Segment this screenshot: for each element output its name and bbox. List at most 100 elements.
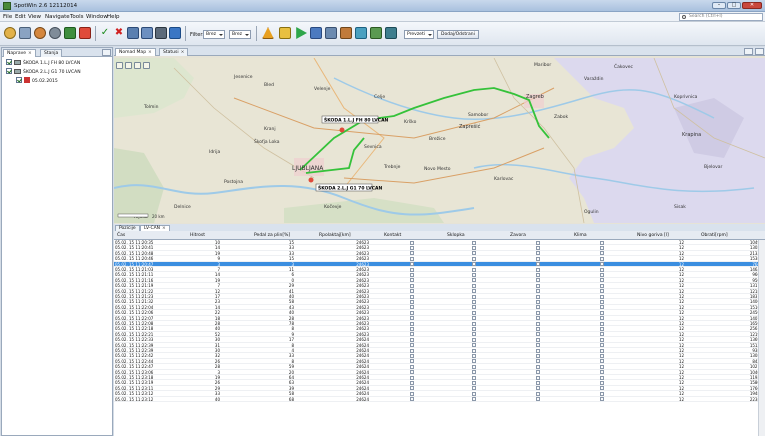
search-input[interactable]: Search (Ctrl+I) bbox=[679, 13, 763, 21]
menu-window[interactable]: Window bbox=[86, 14, 108, 20]
table-cell: 1049 bbox=[749, 240, 760, 245]
checkbox-icon bbox=[472, 326, 476, 331]
table-cell: 29 bbox=[214, 385, 220, 391]
column-header[interactable]: Nivo goriva [l] bbox=[637, 233, 669, 238]
copy-icon[interactable] bbox=[19, 27, 31, 39]
truck-icon[interactable] bbox=[370, 27, 382, 39]
zoom-out-icon[interactable] bbox=[125, 62, 132, 69]
select-vehicles-icon[interactable] bbox=[4, 27, 16, 39]
menu-edit[interactable]: Edit bbox=[15, 14, 26, 20]
vehicle-icon[interactable] bbox=[340, 27, 352, 39]
table-cell: 2133 bbox=[749, 250, 760, 256]
close-icon[interactable]: × bbox=[28, 51, 32, 56]
checkbox-icon bbox=[600, 326, 604, 331]
column-header[interactable]: Rpolaktaj[km] bbox=[319, 233, 351, 238]
column-header[interactable]: Zavora bbox=[510, 233, 526, 238]
maximize-button[interactable]: □ bbox=[727, 2, 741, 9]
dodaj-odstrani-button[interactable]: Dodaj/Odstrani bbox=[437, 30, 479, 39]
column-header[interactable]: Klima bbox=[574, 233, 587, 238]
checkbox-icon bbox=[600, 353, 604, 358]
menu-tools[interactable]: Tools bbox=[70, 14, 84, 20]
checkbox-icon[interactable] bbox=[6, 68, 12, 74]
tab-statusi[interactable]: Statusi × bbox=[159, 48, 189, 56]
data-table[interactable]: 05.02. 15 11:20:35 10 15 24623 12 1049 05.02. … bbox=[114, 240, 765, 436]
menu-view[interactable]: View bbox=[28, 14, 41, 20]
prevzeti-label: Prevzeti bbox=[407, 32, 425, 37]
delete-icon[interactable]: ✖ bbox=[113, 27, 125, 39]
checkbox-icon bbox=[536, 386, 540, 391]
menu-help[interactable]: Help bbox=[107, 14, 120, 20]
tree-item-vehicle-2[interactable]: ŠKODA 2.L.J G1 70 LVCAN bbox=[6, 68, 81, 76]
place-label: Kočevje bbox=[324, 203, 342, 210]
undo-icon[interactable] bbox=[34, 27, 46, 39]
table-cell: 24624 bbox=[356, 385, 369, 391]
checkbox-icon bbox=[410, 326, 414, 331]
warning-icon[interactable] bbox=[262, 27, 274, 39]
checkbox-icon bbox=[472, 321, 476, 326]
filter-combo-1[interactable]: Brez bbox=[203, 30, 225, 39]
table-cell: 24624 bbox=[356, 369, 369, 375]
fit-icon[interactable] bbox=[143, 62, 150, 69]
grid-icon[interactable] bbox=[169, 27, 181, 39]
chart-icon[interactable] bbox=[310, 27, 322, 39]
bus-icon[interactable] bbox=[141, 27, 153, 39]
table-cell: 12 bbox=[678, 331, 684, 337]
filter-combo-2[interactable]: Brez bbox=[229, 30, 251, 39]
check-icon[interactable]: ✓ bbox=[99, 27, 111, 39]
column-header[interactable]: Čas bbox=[117, 233, 125, 238]
scrollbar[interactable] bbox=[758, 240, 765, 436]
table-cell: 12 bbox=[678, 396, 684, 402]
play-icon[interactable] bbox=[296, 27, 307, 39]
map-canvas[interactable]: ŠKODA 1.L.J FH 80 LVCAN ŠKODA 2.L.J G1 7… bbox=[114, 58, 765, 223]
minimize-button[interactable]: – bbox=[712, 2, 726, 9]
table-cell: 1463 bbox=[749, 267, 760, 272]
table-cell: 05.02. 15 11:22:21 bbox=[115, 331, 154, 337]
column-header[interactable]: Pedal za plin[%] bbox=[254, 233, 290, 238]
maximize-panel-icon[interactable] bbox=[755, 48, 764, 55]
pan-icon[interactable] bbox=[134, 62, 141, 69]
menu-file[interactable]: File bbox=[3, 14, 12, 20]
tree-item-date[interactable]: 05.02.2015 bbox=[16, 77, 58, 85]
table-cell: 05.02. 15 11:23:19 bbox=[115, 380, 154, 386]
minimize-panel-icon[interactable] bbox=[102, 49, 111, 56]
flag-icon[interactable] bbox=[64, 27, 76, 39]
binoculars-icon[interactable] bbox=[155, 27, 167, 39]
column-header[interactable]: Sklopka bbox=[447, 233, 465, 238]
column-header[interactable]: Obrati[rpm] bbox=[701, 233, 728, 238]
column-header[interactable]: Hitrost bbox=[190, 233, 205, 238]
map-icon[interactable] bbox=[385, 27, 397, 39]
restore-panel-icon[interactable] bbox=[744, 48, 753, 55]
table-cell: 24624 bbox=[356, 353, 369, 359]
car-icon[interactable] bbox=[127, 27, 139, 39]
map-view[interactable]: ŠKODA 1.L.J FH 80 LVCAN ŠKODA 2.L.J G1 7… bbox=[114, 58, 765, 223]
table-cell: 05.02. 15 11:22:44 bbox=[115, 358, 154, 364]
place-label: Trebnje bbox=[383, 164, 401, 170]
table-icon[interactable] bbox=[325, 27, 337, 39]
table-cell: 950 bbox=[752, 277, 760, 283]
table-cell: 78 bbox=[288, 321, 294, 326]
table-cell: 05.02. 15 11:22:08 bbox=[115, 321, 154, 326]
close-icon[interactable]: × bbox=[148, 50, 152, 55]
checkbox-icon[interactable] bbox=[6, 59, 12, 65]
tab-naprave[interactable]: Naprave × bbox=[3, 49, 36, 57]
table-cell: 0 bbox=[291, 277, 294, 283]
checkbox-icon bbox=[600, 397, 604, 402]
table-cell: 26 bbox=[214, 380, 220, 386]
table-row[interactable]: 05.02. 15 11:23:12 40 68 24624 12 2238 bbox=[114, 397, 765, 402]
close-button[interactable]: ✕ bbox=[742, 2, 762, 9]
antenna-icon[interactable] bbox=[355, 27, 367, 39]
menu-navigate[interactable]: Navigate bbox=[45, 14, 70, 20]
settings-icon[interactable] bbox=[49, 27, 61, 39]
checkbox-icon[interactable] bbox=[16, 77, 22, 83]
folder-icon[interactable] bbox=[279, 27, 291, 39]
checkbox-icon bbox=[600, 272, 604, 277]
prevzeti-combo[interactable]: Prevzeti bbox=[404, 30, 434, 39]
column-header[interactable]: Kontakt bbox=[384, 233, 401, 238]
close-icon[interactable]: × bbox=[181, 50, 185, 55]
tree-item-vehicle-1[interactable]: ŠKODA 1.L.J FH 80 LVCAN bbox=[6, 59, 80, 67]
zoom-in-icon[interactable] bbox=[116, 62, 123, 69]
pin-icon[interactable] bbox=[79, 27, 91, 39]
tab-stanja[interactable]: Stanja bbox=[40, 49, 63, 57]
place-label: Ogulin bbox=[584, 209, 599, 215]
tab-nomad-map[interactable]: Nomad Map × bbox=[115, 48, 156, 56]
